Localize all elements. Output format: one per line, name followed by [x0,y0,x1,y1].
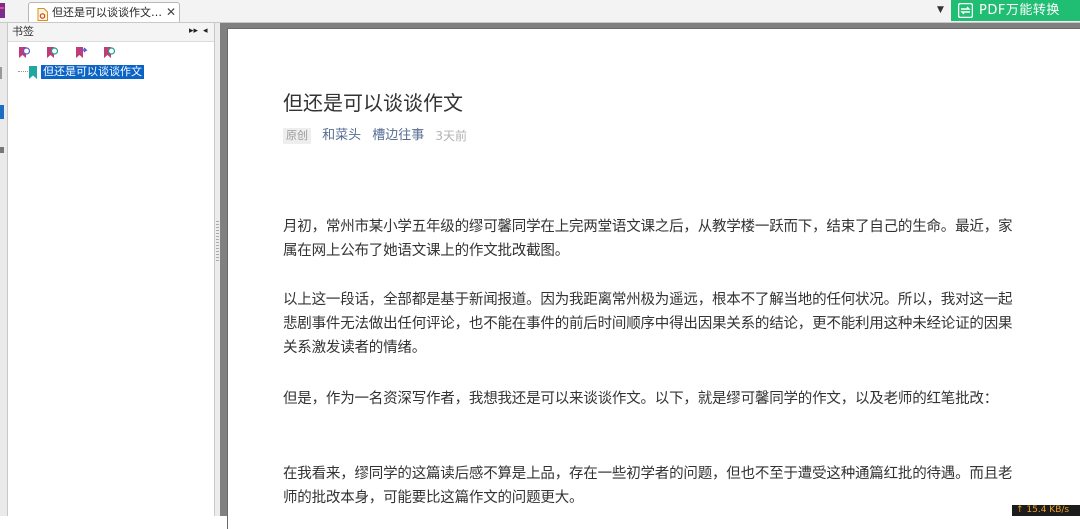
find-bookmark-icon[interactable] [102,45,116,59]
splitter-grip[interactable] [216,221,219,263]
collapse-panel-icon[interactable]: ◂ [203,26,208,36]
paragraph-1: 月初，常州市某小学五年级的缪可馨同学在上完两堂语文课之后，从教学楼一跃而下，结束… [283,219,1013,259]
pdf-convert-button[interactable]: PDF万能转换 [951,0,1080,21]
add-bookmark-icon[interactable] [17,45,31,59]
comments-panel-icon[interactable] [0,147,4,153]
bookmark-panel-title: 书签 [12,25,34,38]
side-toolbar [0,23,8,516]
tab-list-dropdown-icon[interactable]: ▼ [937,5,944,15]
bookmark-panel: 书签 ▸▸ ◂ 但还是可以谈谈作文 [8,23,215,516]
pin-panel-icon[interactable]: ▸▸ [189,26,198,36]
bookmark-forward-icon[interactable] [74,45,88,59]
bookmarks-panel-icon[interactable] [0,105,4,119]
bookmark-item[interactable]: 但还是可以谈谈作文 [41,65,144,79]
article-meta: 原创 和菜头 槽边往事 3天前 [283,125,467,144]
pdf-convert-label: PDF万能转换 [979,3,1060,18]
article-title: 但还是可以谈谈作文 [283,91,463,115]
paragraph-4: 在我看来，缪同学的这篇读后感不算是上品，存在一些初学者的问题，但也不至于遭受这种… [283,466,1013,506]
close-tab-icon[interactable]: ✕ [166,5,176,19]
tab-bar: 但还是可以谈谈作文.... ✕ ▼ PDF万能转换 [0,0,1080,23]
tab-title: 但还是可以谈谈作文.... [52,6,164,19]
paragraph-3: 但是，作为一名资深写作者，我想我还是可以来谈谈作文。以下，就是缪可馨同学的作文，… [283,391,998,407]
original-tag: 原创 [283,127,311,144]
document-viewer[interactable]: 但还是可以谈谈作文 原创 和菜头 槽边往事 3天前 月初，常州市某小学五年级的缪… [220,23,1080,529]
publish-time: 3天前 [435,128,467,143]
document-tab[interactable]: 但还是可以谈谈作文.... ✕ [28,2,180,22]
app-logo-icon[interactable] [0,3,5,18]
account-link[interactable]: 槽边往事 [372,128,424,144]
tree-connector [18,71,28,73]
author-link[interactable]: 和菜头 [322,128,361,144]
pages-panel-icon[interactable] [0,67,2,79]
convert-icon [957,2,974,22]
bookmark-panel-header: 书签 ▸▸ ◂ [8,23,214,42]
network-speed-indicator: ↑ 15.4 KB/s [1012,505,1080,516]
expand-bookmark-icon[interactable] [45,45,59,59]
paragraph-2: 以上这一段话，全部都是基于新闻报道。因为我距离常州极为遥远，根本不了解当地的任何… [283,292,1013,356]
bookmark-icon [28,65,38,84]
document-page: 但还是可以谈谈作文 原创 和菜头 槽边往事 3天前 月初，常州市某小学五年级的缪… [227,28,1080,529]
